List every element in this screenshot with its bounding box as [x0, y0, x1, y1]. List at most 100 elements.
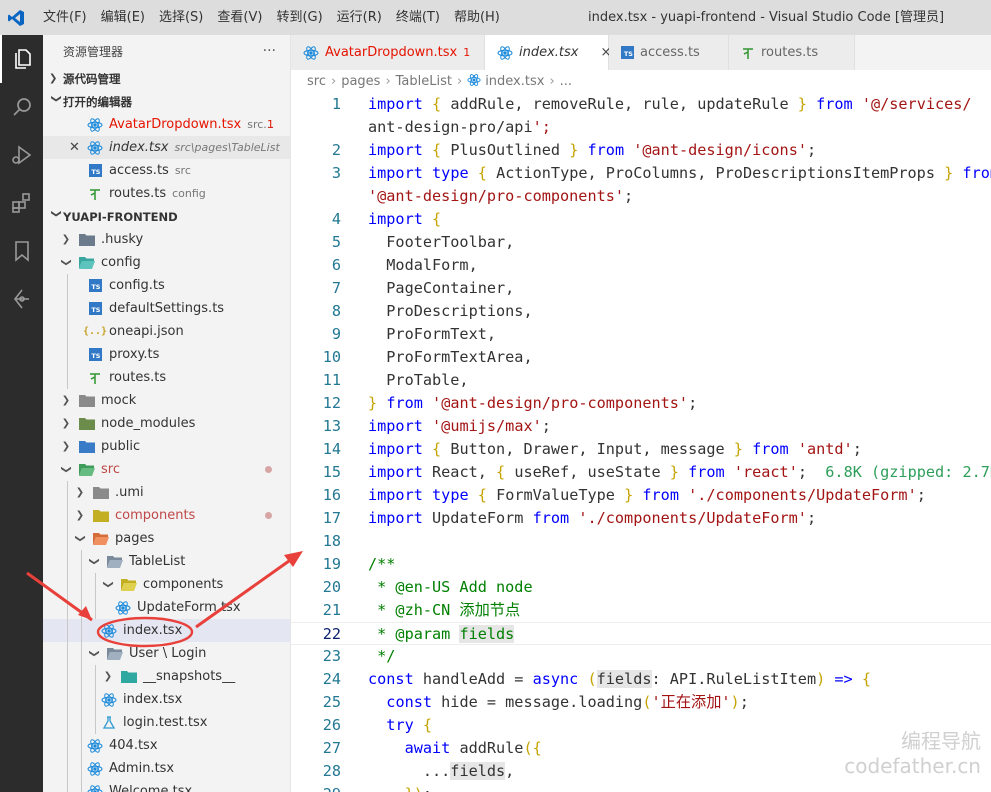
code-line[interactable]: 10 ProFormTextArea, — [291, 346, 991, 369]
code-text[interactable]: /** — [368, 553, 395, 576]
menu-help[interactable]: 帮助(H) — [447, 0, 507, 35]
code-text[interactable]: * @zh-CN 添加节点 — [368, 599, 520, 622]
tree-folder-umi[interactable]: ❯ .umi — [43, 481, 290, 504]
tree-file-defaultsettings[interactable]: TS defaultSettings.ts — [43, 297, 290, 320]
tree-file-proxy[interactable]: TS proxy.ts — [43, 343, 290, 366]
code-text[interactable]: ProTable, — [368, 369, 468, 392]
extensions-icon[interactable] — [0, 179, 43, 227]
code-text[interactable]: import React, { useRef, useState } from … — [368, 461, 991, 484]
code-text[interactable]: import { Button, Drawer, Input, message … — [368, 438, 862, 461]
code-text[interactable]: ant-design-pro/api'; — [368, 116, 551, 139]
code-line[interactable]: 18 — [291, 530, 991, 553]
tree-file-updateform[interactable]: UpdateForm.tsx — [43, 596, 290, 619]
menu-edit[interactable]: 编辑(E) — [94, 0, 152, 35]
tab-routes[interactable]: routes.ts — [729, 35, 855, 70]
open-editor-index[interactable]: ✕ index.tsx src\pages\TableList — [43, 136, 290, 159]
code-text[interactable]: */ — [368, 645, 395, 668]
code-text[interactable]: '@ant-design/pro-components'; — [368, 185, 633, 208]
tree-folder-user-login[interactable]: ❯ User \ Login — [43, 642, 290, 665]
code-text[interactable]: try { — [368, 714, 432, 737]
breadcrumb-item[interactable]: pages — [341, 74, 380, 89]
tree-folder-snapshots[interactable]: ❯ __snapshots__ — [43, 665, 290, 688]
code-text[interactable]: const hide = message.loading('正在添加'); — [368, 691, 749, 714]
code-text[interactable]: import { — [368, 208, 441, 231]
code-text[interactable]: ModalForm, — [368, 254, 477, 277]
code-line[interactable]: 23 */ — [291, 645, 991, 668]
bookmarks-icon[interactable] — [0, 227, 43, 275]
code-text[interactable]: ...fields, — [368, 760, 514, 783]
tree-file-login-index[interactable]: index.tsx — [43, 688, 290, 711]
code-text[interactable]: import type { ActionType, ProColumns, Pr… — [368, 162, 991, 185]
code-line[interactable]: 1 import { addRule, removeRule, rule, upd… — [291, 93, 991, 116]
tree-folder-public[interactable]: ❯ public — [43, 435, 290, 458]
tab-access[interactable]: TS access.ts — [609, 35, 729, 70]
tab-index[interactable]: index.tsx × — [485, 35, 611, 70]
code-line[interactable]: 24 const handleAdd = async (fields: API.R… — [291, 668, 991, 691]
code-text[interactable]: * @param fields — [368, 623, 515, 646]
project-section-header[interactable]: ❯ YUAPI-FRONTEND — [43, 205, 290, 228]
code-line[interactable]: 11 ProTable, — [291, 369, 991, 392]
menu-terminal[interactable]: 终端(T) — [389, 0, 447, 35]
code-text[interactable]: import { PlusOutlined } from '@ant-desig… — [368, 139, 816, 162]
code-line[interactable]: 2 import { PlusOutlined } from '@ant-desi… — [291, 139, 991, 162]
tree-folder-node-modules[interactable]: ❯ node_modules — [43, 412, 290, 435]
code-line[interactable]: 20 * @en-US Add node — [291, 576, 991, 599]
code-line[interactable]: 4 import { — [291, 208, 991, 231]
breadcrumb-item[interactable]: index.tsx — [485, 74, 544, 89]
tree-file-config-ts[interactable]: TS config.ts — [43, 274, 290, 297]
tree-folder-components[interactable]: ❯ components — [43, 504, 290, 527]
code-text[interactable]: }); — [368, 783, 432, 792]
code-line[interactable]: 8 ProDescriptions, — [291, 300, 991, 323]
code-editor[interactable]: 1 import { addRule, removeRule, rule, upd… — [291, 93, 991, 792]
open-editor-access[interactable]: TS access.ts src — [43, 159, 290, 182]
breadcrumb-item[interactable]: TableList — [396, 74, 452, 89]
code-line[interactable]: '@ant-design/pro-components'; — [291, 185, 991, 208]
tree-folder-pages[interactable]: ❯ pages — [43, 527, 290, 550]
breadcrumb-item[interactable]: ... — [560, 74, 572, 89]
tree-file-admin[interactable]: Admin.tsx — [43, 757, 290, 780]
code-line[interactable]: 3 import type { ActionType, ProColumns, P… — [291, 162, 991, 185]
menu-view[interactable]: 查看(V) — [210, 0, 269, 35]
code-text[interactable]: ProFormTextArea, — [368, 346, 532, 369]
tree-folder-tablelist[interactable]: ❯ TableList — [43, 550, 290, 573]
code-line[interactable]: 6 ModalForm, — [291, 254, 991, 277]
code-line[interactable]: 13 import '@umijs/max'; — [291, 415, 991, 438]
code-text[interactable]: import '@umijs/max'; — [368, 415, 551, 438]
code-line[interactable]: 22 * @param fields — [291, 622, 991, 645]
code-line[interactable]: 14 import { Button, Drawer, Input, messag… — [291, 438, 991, 461]
menu-run[interactable]: 运行(R) — [330, 0, 389, 35]
code-line[interactable]: 17 import UpdateForm from './components/U… — [291, 507, 991, 530]
code-line[interactable]: 21 * @zh-CN 添加节点 — [291, 599, 991, 622]
search-icon[interactable] — [0, 83, 43, 131]
code-text[interactable]: } from '@ant-design/pro-components'; — [368, 392, 697, 415]
code-line[interactable]: 25 const hide = message.loading('正在添加'); — [291, 691, 991, 714]
menu-selection[interactable]: 选择(S) — [152, 0, 210, 35]
open-editors-header[interactable]: ❯ 打开的编辑器 — [43, 90, 290, 113]
breadcrumb-item[interactable]: src — [307, 74, 326, 89]
open-editor-routes[interactable]: routes.ts config — [43, 182, 290, 205]
code-line[interactable]: 9 ProFormText, — [291, 323, 991, 346]
code-line[interactable]: 12} from '@ant-design/pro-components'; — [291, 392, 991, 415]
explorer-icon[interactable] — [0, 35, 43, 83]
code-text[interactable]: ProFormText, — [368, 323, 496, 346]
tree-file-index-selected[interactable]: index.tsx — [43, 619, 290, 642]
code-line[interactable]: ant-design-pro/api'; — [291, 116, 991, 139]
tree-folder-src[interactable]: ❯ src — [43, 458, 290, 481]
tree-folder-mock[interactable]: ❯ mock — [43, 389, 290, 412]
code-text[interactable]: const handleAdd = async (fields: API.Rul… — [368, 668, 871, 691]
code-line[interactable]: 19 /** — [291, 553, 991, 576]
menu-file[interactable]: 文件(F) — [36, 0, 94, 35]
tree-file-routes[interactable]: routes.ts — [43, 366, 290, 389]
code-text[interactable]: import UpdateForm from './components/Upd… — [368, 507, 816, 530]
code-text[interactable]: * @en-US Add node — [368, 576, 532, 599]
tree-file-login-test[interactable]: login.test.tsx — [43, 711, 290, 734]
code-line[interactable]: 15 import React, { useRef, useState } fro… — [291, 461, 991, 484]
close-icon[interactable]: ✕ — [69, 140, 87, 155]
tree-folder-config[interactable]: ❯ config — [43, 251, 290, 274]
tree-file-welcome[interactable]: Welcome.tsx — [43, 780, 290, 792]
menu-go[interactable]: 转到(G) — [269, 0, 329, 35]
tab-avatardropdown[interactable]: AvatarDropdown.tsx 1 — [291, 35, 485, 70]
more-actions-icon[interactable]: ··· — [263, 43, 276, 59]
run-debug-icon[interactable] — [0, 131, 43, 179]
code-text[interactable]: FooterToolbar, — [368, 231, 514, 254]
